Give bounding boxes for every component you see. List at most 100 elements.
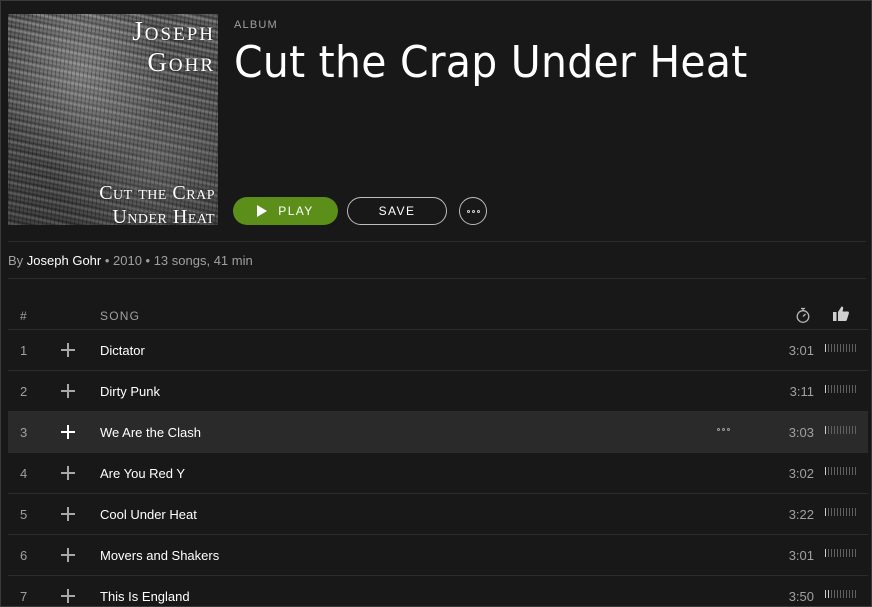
- track-title: Dictator: [100, 343, 145, 358]
- track-row[interactable]: 4 Are You Red Y 3:02: [8, 452, 868, 493]
- track-row[interactable]: 6 Movers and Shakers 3:01: [8, 534, 868, 575]
- meta-details: • 2010 • 13 songs, 41 min: [101, 253, 253, 268]
- add-track-icon[interactable]: [60, 547, 76, 563]
- play-button[interactable]: PLAY: [233, 197, 338, 225]
- more-dot-icon: [727, 428, 730, 431]
- popularity-bar: [843, 385, 844, 393]
- thumbs-up-icon[interactable]: [832, 305, 850, 323]
- track-duration: 3:03: [788, 425, 814, 440]
- popularity-bar: [825, 467, 826, 475]
- track-title: Movers and Shakers: [100, 548, 220, 563]
- popularity-bar: [831, 426, 832, 434]
- popularity-bar: [828, 590, 829, 598]
- popularity-meter: [825, 385, 856, 393]
- track-duration: 3:22: [788, 507, 814, 522]
- popularity-bar: [849, 590, 850, 598]
- track-row[interactable]: 7 This Is England 3:50: [8, 575, 868, 606]
- track-title: This Is England: [100, 589, 190, 604]
- popularity-bar: [855, 590, 856, 598]
- popularity-bar: [849, 467, 850, 475]
- column-header-song[interactable]: SONG: [100, 309, 140, 323]
- popularity-bar: [840, 549, 841, 557]
- popularity-bar: [852, 426, 853, 434]
- track-row[interactable]: 5 Cool Under Heat 3:22: [8, 493, 868, 534]
- popularity-bar: [828, 426, 829, 434]
- popularity-bar: [825, 590, 826, 598]
- popularity-bar: [849, 385, 850, 393]
- play-button-label: PLAY: [278, 204, 314, 218]
- popularity-bar: [837, 385, 838, 393]
- popularity-bar: [831, 549, 832, 557]
- popularity-bar: [834, 385, 835, 393]
- add-track-icon[interactable]: [60, 342, 76, 358]
- popularity-bar: [855, 385, 856, 393]
- popularity-bar: [837, 590, 838, 598]
- popularity-bar: [843, 426, 844, 434]
- popularity-meter: [825, 549, 856, 557]
- track-duration: 3:02: [788, 466, 814, 481]
- album-meta: By Joseph Gohr • 2010 • 13 songs, 41 min: [8, 253, 253, 268]
- popularity-bar: [825, 344, 826, 352]
- track-number: 1: [20, 343, 28, 358]
- add-track-icon[interactable]: [60, 588, 76, 604]
- save-button-label: SAVE: [378, 204, 416, 218]
- more-dot-icon: [466, 209, 470, 213]
- popularity-bar: [837, 467, 838, 475]
- track-title: We Are the Clash: [100, 425, 201, 440]
- popularity-bar: [840, 344, 841, 352]
- popularity-bar: [840, 467, 841, 475]
- more-dot-icon: [722, 428, 725, 431]
- popularity-bar: [825, 426, 826, 434]
- track-row[interactable]: 3 We Are the Clash 3:03: [8, 411, 868, 452]
- track-number: 6: [20, 548, 28, 563]
- popularity-bar: [852, 467, 853, 475]
- popularity-bar: [843, 467, 844, 475]
- popularity-bar: [843, 549, 844, 557]
- cover-artist-text: Joseph Gohr: [132, 16, 215, 77]
- popularity-meter: [825, 426, 856, 434]
- track-title: Dirty Punk: [100, 384, 160, 399]
- popularity-bar: [849, 508, 850, 516]
- popularity-bar: [852, 508, 853, 516]
- popularity-bar: [852, 549, 853, 557]
- popularity-bar: [849, 426, 850, 434]
- tracklist-header: # SONG: [8, 301, 868, 329]
- track-duration: 3:01: [788, 343, 814, 358]
- popularity-bar: [834, 467, 835, 475]
- popularity-bar: [849, 344, 850, 352]
- album-cover[interactable]: Joseph Gohr Cut the Crap Under Heat: [8, 14, 218, 225]
- album-page: Joseph Gohr Cut the Crap Under Heat ALBU…: [0, 0, 872, 607]
- column-header-number[interactable]: #: [20, 309, 28, 323]
- popularity-bar: [846, 508, 847, 516]
- popularity-bar: [834, 426, 835, 434]
- add-track-icon[interactable]: [60, 424, 76, 440]
- track-row[interactable]: 1 Dictator 3:01: [8, 329, 868, 370]
- popularity-bar: [825, 549, 826, 557]
- more-options-button[interactable]: [459, 197, 487, 225]
- popularity-bar: [843, 344, 844, 352]
- popularity-meter: [825, 467, 856, 475]
- popularity-bar: [846, 590, 847, 598]
- track-more-options-button[interactable]: [717, 428, 730, 431]
- stopwatch-icon[interactable]: [795, 307, 811, 323]
- divider: [8, 278, 866, 279]
- artist-link[interactable]: Joseph Gohr: [27, 253, 101, 268]
- save-button[interactable]: SAVE: [347, 197, 447, 225]
- popularity-bar: [828, 549, 829, 557]
- popularity-bar: [855, 344, 856, 352]
- popularity-bar: [834, 508, 835, 516]
- popularity-bar: [855, 508, 856, 516]
- popularity-bar: [834, 344, 835, 352]
- popularity-bar: [855, 549, 856, 557]
- popularity-meter: [825, 590, 856, 598]
- track-row[interactable]: 2 Dirty Punk 3:11: [8, 370, 868, 411]
- add-track-icon[interactable]: [60, 506, 76, 522]
- track-number: 2: [20, 384, 28, 399]
- track-duration: 3:01: [788, 548, 814, 563]
- track-duration: 3:11: [789, 384, 814, 399]
- play-icon: [257, 205, 268, 217]
- add-track-icon[interactable]: [60, 383, 76, 399]
- popularity-bar: [834, 590, 835, 598]
- add-track-icon[interactable]: [60, 465, 76, 481]
- popularity-bar: [828, 344, 829, 352]
